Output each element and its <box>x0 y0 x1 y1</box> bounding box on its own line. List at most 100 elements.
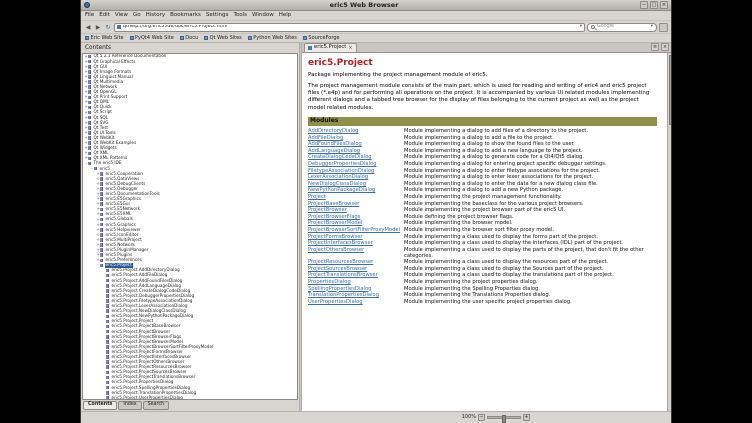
tab-index[interactable]: Index <box>118 401 141 411</box>
document-icon <box>88 162 91 166</box>
page-scrollbar-thumb[interactable] <box>669 55 672 125</box>
bookmarks-toolbar: Eric Web Site PyQt4 Web Site Docu Qt Web… <box>81 34 671 43</box>
zoom-slider[interactable] <box>487 416 521 419</box>
minimize-button[interactable]: − <box>640 1 648 9</box>
modules-table: AddDirectoryDialog Module implementing a… <box>308 129 653 306</box>
zoom-level: 100% <box>462 415 476 420</box>
window-title: eric5 Web Browser <box>90 2 638 9</box>
tab-search[interactable]: Search <box>143 401 169 411</box>
document-icon <box>100 182 103 186</box>
document-icon <box>88 106 91 110</box>
maximize-button[interactable]: □ <box>650 1 658 9</box>
bookmark-item[interactable]: Eric Web Site <box>85 36 124 41</box>
url-bar[interactable]: qthelp://org.eric5.ide/doc/eric5.Project… <box>114 23 585 32</box>
window-titlebar[interactable]: eric5 Web Browser − □ × <box>81 0 671 11</box>
page-scrollbar[interactable] <box>667 53 671 411</box>
document-icon <box>100 228 103 232</box>
document-icon <box>88 152 91 156</box>
document-icon <box>106 304 109 308</box>
document-icon <box>88 85 91 89</box>
document-icon <box>100 213 103 217</box>
zoom-control: 100% − + <box>462 414 530 421</box>
tab-close-icon[interactable]: × <box>348 46 352 51</box>
web-search-input[interactable]: Google ▾ <box>587 23 657 32</box>
package-description: The project management module consists o… <box>308 83 663 112</box>
menu-item[interactable]: History <box>146 13 166 19</box>
document-icon <box>106 325 109 329</box>
bookmark-label: Docu <box>185 36 198 41</box>
module-link[interactable]: ProjectOthersBrowser <box>308 247 404 259</box>
zoom-out-icon[interactable]: − <box>478 414 485 421</box>
document-icon <box>106 289 109 293</box>
url-dropdown-icon[interactable]: ▾ <box>580 25 582 30</box>
sidebar-tabs: Contents Index Search <box>82 400 298 410</box>
tab-contents[interactable]: Contents <box>83 401 117 411</box>
document-icon <box>106 279 109 283</box>
bookmark-icon <box>130 36 134 40</box>
back-icon[interactable]: ◀ <box>84 23 92 32</box>
document-icon <box>106 294 109 298</box>
forward-icon[interactable]: ▶ <box>94 23 102 32</box>
bookmark-item[interactable]: PyQt4 Web Site <box>130 36 174 41</box>
document-icon <box>88 126 91 130</box>
package-summary: Package implementing the project managem… <box>308 72 663 79</box>
document-icon <box>106 335 109 339</box>
close-tab-icon[interactable]: × <box>661 43 669 51</box>
bookmark-item[interactable]: SourceForge <box>303 36 340 41</box>
document-icon <box>100 248 103 252</box>
document-icon <box>106 330 109 334</box>
document-icon <box>88 90 91 94</box>
search-icon <box>591 25 595 29</box>
document-icon <box>106 365 109 369</box>
help-sidebar: Contents +Qt 5.2.1 Reference Documentati… <box>81 43 299 411</box>
url-text[interactable]: qthelp://org.eric5.ide/doc/eric5.Project… <box>123 25 578 30</box>
search-engine-label[interactable]: Google <box>597 25 649 30</box>
document-icon <box>88 141 91 145</box>
menu-item[interactable]: Edit <box>99 13 110 19</box>
document-icon <box>106 371 109 375</box>
reload-icon[interactable]: ↻ <box>104 23 112 32</box>
contents-tree[interactable]: +Qt 5.2.1 Reference Documentation+Qt Gra… <box>82 53 298 400</box>
zoom-in-icon[interactable]: + <box>523 414 530 421</box>
menu-item[interactable]: File <box>85 13 94 19</box>
tab-list-icon[interactable]: ≡ <box>651 43 659 51</box>
document-icon <box>106 360 109 364</box>
document-icon <box>100 172 103 176</box>
close-button[interactable]: × <box>660 1 668 9</box>
document-icon <box>106 309 109 313</box>
document-icon <box>106 299 109 303</box>
bookmark-item[interactable]: Qt Web Sites <box>204 36 242 41</box>
menu-item[interactable]: Help <box>279 13 292 19</box>
document-icon <box>100 202 103 206</box>
module-link[interactable]: UserPropertiesDialog <box>308 299 404 306</box>
zoom-slider-handle[interactable] <box>502 415 506 423</box>
document-icon <box>88 96 91 100</box>
bookmark-item[interactable]: Docu <box>180 36 198 41</box>
document-icon <box>100 259 103 263</box>
help-page: eric5.Project Package implementing the p… <box>302 53 671 411</box>
active-tab[interactable]: eric5.Project × <box>304 43 357 52</box>
menu-item[interactable]: Settings <box>206 13 229 19</box>
menu-item[interactable]: Bookmarks <box>170 13 201 19</box>
toolbar-button[interactable] <box>659 23 668 32</box>
document-icon <box>88 157 91 161</box>
document-icon <box>88 111 91 115</box>
bookmark-label: Eric Web Site <box>91 36 124 41</box>
bookmark-icon <box>248 36 252 40</box>
menu-item[interactable]: View <box>115 13 128 19</box>
module-row: ProjectOthersBrowser Module implementing… <box>308 247 653 259</box>
main-area: Contents +Qt 5.2.1 Reference Documentati… <box>81 43 671 411</box>
document-icon <box>100 243 103 247</box>
bookmark-label: PyQt4 Web Site <box>135 36 174 41</box>
search-dropdown-icon[interactable]: ▾ <box>651 25 653 30</box>
document-icon <box>88 131 91 135</box>
menu-item[interactable]: Go <box>133 13 141 19</box>
document-icon <box>88 116 91 120</box>
bookmark-item[interactable]: Python Web Sites <box>248 36 297 41</box>
bookmark-icon <box>85 36 89 40</box>
bookmark-icon <box>204 36 208 40</box>
menu-item[interactable]: Window <box>252 13 274 19</box>
menu-item[interactable]: Tools <box>233 13 247 19</box>
document-icon <box>106 340 109 344</box>
document-icon <box>88 60 91 64</box>
